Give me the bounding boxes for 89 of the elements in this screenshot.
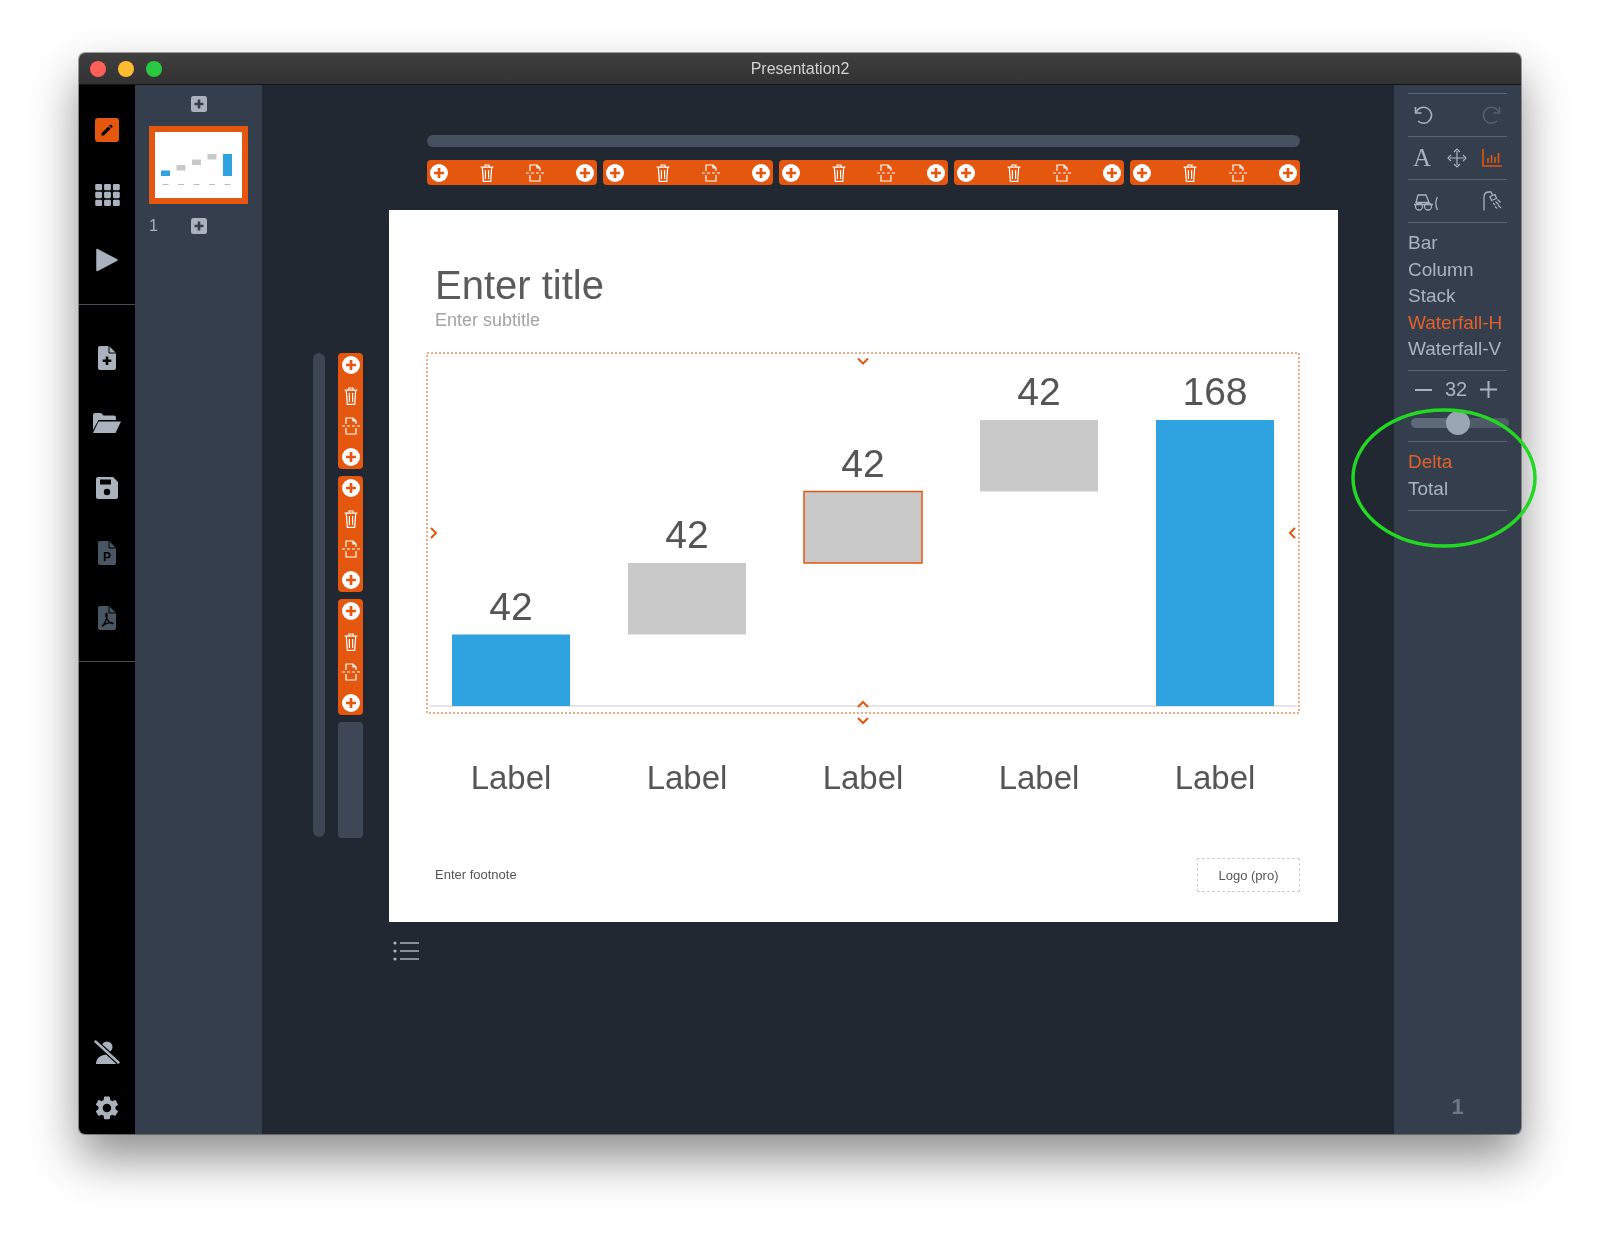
slide-thumbnail[interactable] — [149, 126, 248, 204]
plus-circle-icon[interactable] — [341, 570, 360, 589]
plus-square-icon[interactable] — [191, 96, 207, 112]
bullet-list-icon[interactable] — [393, 941, 419, 961]
undo-icon[interactable] — [1413, 105, 1433, 125]
category-label: Label — [646, 759, 728, 796]
plus-square-icon[interactable] — [191, 218, 207, 234]
split-page-icon[interactable] — [1229, 163, 1248, 182]
plus-circle-icon[interactable] — [605, 163, 624, 182]
save-icon[interactable] — [96, 476, 118, 499]
plus-circle-icon[interactable] — [575, 163, 594, 182]
plus-circle-icon[interactable] — [341, 356, 360, 374]
plus-circle-icon[interactable] — [1133, 163, 1152, 182]
split-page-icon[interactable] — [701, 163, 720, 182]
pencil-icon[interactable] — [95, 117, 119, 142]
plus-circle-icon[interactable] — [1103, 163, 1122, 182]
split-page-icon[interactable] — [341, 663, 360, 682]
plus-circle-icon[interactable] — [430, 163, 448, 182]
chart-type-option[interactable]: Waterfall-H — [1408, 309, 1503, 337]
category-label: Label — [822, 759, 904, 796]
split-page-icon[interactable] — [525, 163, 544, 182]
split-page-icon[interactable] — [1053, 163, 1072, 182]
value-label: 42 — [841, 441, 885, 485]
page-number: 1 — [1450, 1094, 1465, 1120]
plus-circle-icon[interactable] — [341, 447, 360, 466]
chevron-down-icon[interactable] — [857, 357, 869, 365]
bar[interactable] — [803, 490, 923, 564]
window-title: Presentation2 — [750, 59, 850, 78]
chart-type-option[interactable]: Bar — [1408, 230, 1438, 257]
value-label: 42 — [489, 584, 533, 628]
vertical-scrollbar[interactable] — [313, 353, 325, 837]
minimize-button[interactable] — [118, 60, 134, 77]
file-plus-icon[interactable] — [98, 345, 116, 370]
plus-circle-icon[interactable] — [781, 163, 800, 182]
close-button[interactable] — [90, 60, 106, 77]
slide-footnote[interactable]: Enter footnote — [435, 867, 517, 883]
play-icon[interactable] — [96, 247, 118, 272]
plus-circle-icon[interactable] — [751, 163, 770, 182]
shower-icon[interactable] — [1482, 191, 1502, 211]
split-page-icon[interactable] — [341, 417, 360, 436]
chart-type-option[interactable]: Column — [1408, 256, 1474, 284]
folder-icon[interactable] — [93, 412, 121, 433]
category-label: Label — [470, 759, 552, 796]
move-icon[interactable] — [1446, 148, 1467, 168]
value-label: 42 — [665, 513, 709, 556]
chart-type-option[interactable]: Stack — [1408, 283, 1456, 310]
plus-icon[interactable] — [1480, 381, 1498, 399]
chevron-up-icon[interactable] — [857, 700, 869, 708]
trash-icon[interactable] — [343, 632, 358, 651]
chart-type-option[interactable]: Waterfall-V — [1408, 336, 1502, 363]
bar-chart-icon[interactable] — [1482, 149, 1502, 167]
slide-title[interactable]: Enter title — [435, 262, 604, 308]
trash-icon[interactable] — [343, 509, 358, 528]
plus-circle-icon[interactable] — [341, 602, 360, 620]
chevron-left-icon[interactable] — [1288, 527, 1296, 539]
trash-icon[interactable] — [1007, 163, 1022, 182]
vehicle-icon[interactable] — [1413, 191, 1439, 211]
trash-icon[interactable] — [655, 163, 670, 182]
plus-circle-icon[interactable] — [927, 163, 946, 182]
category-label: Label — [998, 759, 1080, 796]
plus-circle-icon[interactable] — [341, 693, 360, 712]
font-size-value: 32 — [1445, 378, 1468, 402]
slide-number: 1 — [149, 217, 159, 235]
series-option[interactable]: Total — [1408, 475, 1449, 503]
plus-circle-icon[interactable] — [341, 479, 360, 497]
value-label: 168 — [1182, 370, 1248, 413]
chevron-right-icon[interactable] — [430, 527, 438, 539]
zoom-button[interactable] — [146, 60, 162, 77]
grid-icon[interactable] — [94, 183, 120, 206]
horizontal-scrollbar[interactable] — [427, 135, 1300, 147]
category-label: Label — [1174, 759, 1256, 796]
text-tool-button[interactable]: A — [1413, 145, 1432, 171]
value-label: 42 — [1017, 370, 1061, 413]
user-off-icon[interactable] — [94, 1040, 120, 1064]
trash-icon[interactable] — [1183, 163, 1198, 182]
slide-subtitle[interactable]: Enter subtitle — [435, 309, 541, 331]
trash-icon[interactable] — [479, 163, 494, 182]
trash-icon[interactable] — [343, 386, 358, 405]
plus-circle-icon[interactable] — [957, 163, 976, 182]
logo-placeholder[interactable]: Logo (pro) — [1197, 858, 1300, 892]
split-page-icon[interactable] — [877, 163, 896, 182]
split-page-icon[interactable] — [341, 540, 360, 559]
minus-icon[interactable] — [1415, 388, 1432, 391]
settings-icon[interactable] — [95, 1096, 119, 1120]
series-option[interactable]: Delta — [1408, 448, 1453, 476]
trash-icon[interactable] — [831, 163, 846, 182]
slider-track[interactable] — [1411, 410, 1509, 435]
chevron-down-icon[interactable] — [857, 717, 869, 725]
plus-circle-icon[interactable] — [1278, 163, 1297, 182]
